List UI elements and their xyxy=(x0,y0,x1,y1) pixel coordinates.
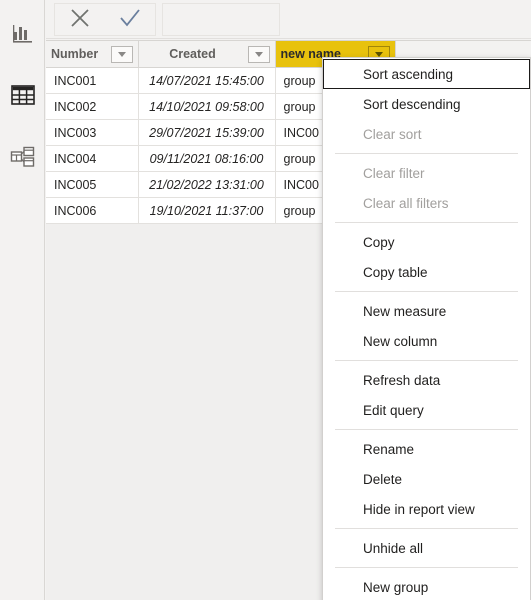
checkmark-icon xyxy=(117,5,143,34)
chevron-down-icon xyxy=(374,51,383,57)
cell-created[interactable]: 21/02/2022 13:31:00 xyxy=(138,171,276,198)
cancel-button[interactable] xyxy=(55,4,105,35)
column-filter-button-created[interactable] xyxy=(247,45,270,63)
column-header-number-label: Number xyxy=(51,47,99,61)
menu-item-clear-all-filters: Clear all filters xyxy=(363,195,449,211)
cell-number[interactable]: INC006 xyxy=(46,197,139,224)
cell-number[interactable]: INC003 xyxy=(46,119,139,146)
cell-number[interactable]: INC001 xyxy=(46,67,139,94)
sidebar-item-data-view[interactable] xyxy=(0,74,45,120)
menu-separator xyxy=(335,528,518,529)
menu-separator xyxy=(335,291,518,292)
cell-created[interactable]: 14/07/2021 15:45:00 xyxy=(138,67,276,94)
menu-separator xyxy=(335,429,518,430)
menu-item-delete[interactable]: Delete xyxy=(323,464,530,494)
formula-bar-toolbar xyxy=(46,0,531,39)
cell-number[interactable]: INC005 xyxy=(46,171,139,198)
menu-item-rename[interactable]: Rename xyxy=(323,434,530,464)
menu-separator xyxy=(335,567,518,568)
cell-number[interactable]: INC002 xyxy=(46,93,139,120)
menu-item-copy-table[interactable]: Copy table xyxy=(323,257,530,287)
view-switcher-rail xyxy=(0,0,45,600)
cell-number[interactable]: INC004 xyxy=(46,145,139,172)
close-x-icon xyxy=(67,5,93,34)
formula-input-area[interactable] xyxy=(162,2,280,36)
chevron-down-icon xyxy=(254,51,263,57)
menu-item-sort-ascending[interactable]: Sort ascending xyxy=(323,59,530,89)
cell-created[interactable]: 14/10/2021 09:58:00 xyxy=(138,93,276,120)
model-relationships-icon xyxy=(10,145,36,174)
cell-created[interactable]: 09/11/2021 08:16:00 xyxy=(138,145,276,172)
formula-actions-group xyxy=(54,2,156,36)
menu-item-copy[interactable]: Copy xyxy=(323,227,530,257)
sidebar-item-report-view[interactable] xyxy=(0,12,45,58)
menu-item-refresh-data[interactable]: Refresh data xyxy=(323,365,530,395)
menu-separator xyxy=(335,222,518,223)
table-icon xyxy=(10,83,36,112)
column-header-created[interactable]: Created xyxy=(138,40,276,68)
menu-separator xyxy=(335,153,518,154)
menu-item-new-column[interactable]: New column xyxy=(323,326,530,356)
column-header-number[interactable]: Number xyxy=(46,40,139,68)
menu-item-hide-in-report-view[interactable]: Hide in report view xyxy=(323,494,530,524)
menu-item-clear-sort: Clear sort xyxy=(363,126,422,142)
app-root: Number Created new name INC001 14/07/202… xyxy=(0,0,531,600)
menu-item-clear-filter: Clear filter xyxy=(363,165,425,181)
bar-chart-icon xyxy=(11,21,35,50)
menu-item-new-group[interactable]: New group xyxy=(323,572,530,600)
menu-item-edit-query[interactable]: Edit query xyxy=(323,395,530,425)
column-filter-button-number[interactable] xyxy=(110,45,133,63)
menu-item-unhide-all[interactable]: Unhide all xyxy=(323,533,530,563)
column-header-created-label: Created xyxy=(169,47,216,61)
menu-separator xyxy=(335,360,518,361)
accept-button[interactable] xyxy=(105,4,155,35)
menu-item-sort-descending[interactable]: Sort descending xyxy=(323,89,530,119)
cell-created[interactable]: 29/07/2021 15:39:00 xyxy=(138,119,276,146)
cell-created[interactable]: 19/10/2021 11:37:00 xyxy=(138,197,276,224)
sidebar-item-model-view[interactable] xyxy=(0,136,45,182)
column-context-menu[interactable]: Sort ascending Sort descending Clear sor… xyxy=(322,57,531,600)
menu-item-new-measure[interactable]: New measure xyxy=(323,296,530,326)
chevron-down-icon xyxy=(117,51,126,57)
